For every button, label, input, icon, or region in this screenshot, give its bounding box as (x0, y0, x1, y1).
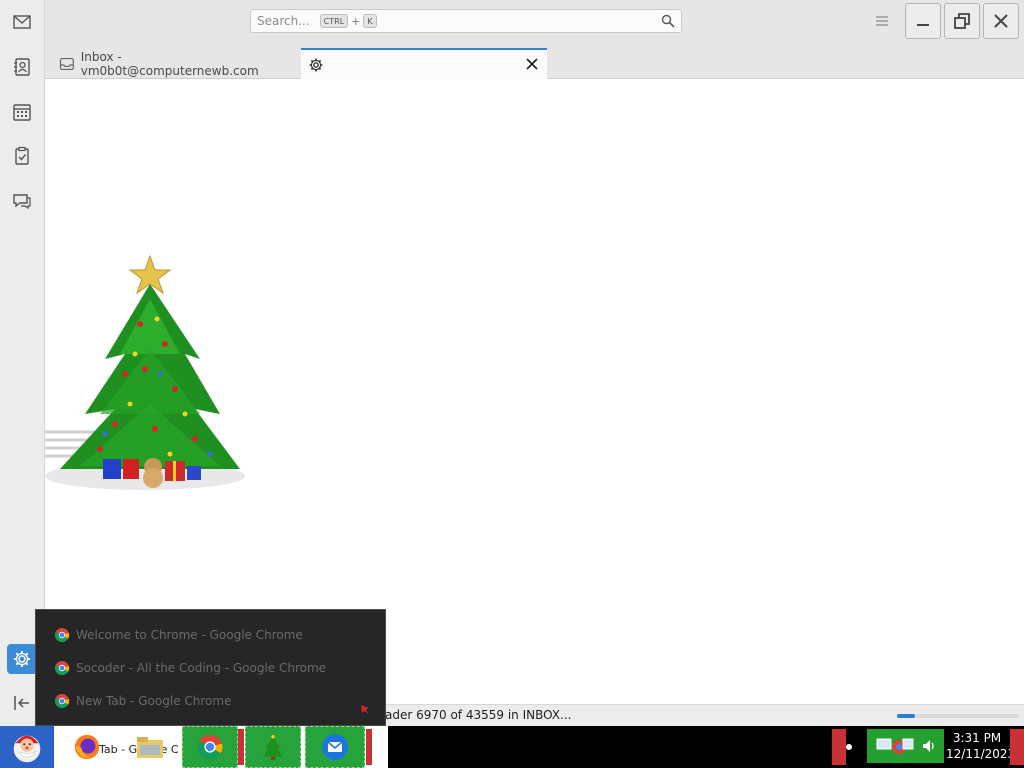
clock-date: 12/11/2023 (946, 747, 1016, 761)
jump-list-item-label: Welcome to Chrome - Google Chrome (76, 628, 303, 642)
tray-dot-icon (846, 744, 852, 750)
search-input[interactable]: Search... CTRL + K (250, 9, 682, 33)
search-icon[interactable] (661, 14, 675, 28)
restore-icon (954, 13, 970, 29)
folder-icon (137, 737, 163, 758)
tasks-space-button[interactable] (7, 141, 37, 171)
chat-space-button[interactable] (7, 186, 37, 216)
jump-list-item-label: Socoder - All the Coding - Google Chrome (76, 661, 327, 675)
chrome-icon (54, 628, 70, 643)
chrome-icon (54, 661, 70, 676)
chat-icon (13, 194, 31, 210)
close-window-button[interactable] (983, 3, 1019, 39)
gear-icon (309, 58, 323, 71)
search-placeholder: Search... (257, 14, 310, 28)
tab-bar: Inbox - vm0b0t@computernewb.com (45, 44, 1024, 79)
shortcut-k-key: K (363, 14, 377, 28)
shortcut-ctrl-key: CTRL (319, 14, 349, 28)
chrome-jump-list: Welcome to Chrome - Google Chrome Socode… (35, 609, 386, 726)
pin-icon[interactable] (358, 702, 372, 716)
tab-inbox[interactable]: Inbox - vm0b0t@computernewb.com (55, 48, 300, 79)
jump-list-item[interactable]: Welcome to Chrome - Google Chrome (54, 623, 303, 647)
christmas-tree-image (45, 254, 245, 490)
chrome-icon (54, 694, 70, 709)
shortcut-plus: + (351, 14, 361, 28)
christmas-tree-taskbar-button[interactable] (245, 726, 301, 768)
taskbar-clock[interactable]: 3:31 PM 12/11/2023 (946, 730, 1016, 762)
santa-icon (13, 735, 41, 763)
status-progress-fill (897, 714, 916, 718)
address-book-icon (14, 58, 30, 76)
collapse-toolbar-button[interactable] (7, 688, 37, 718)
thunderbird-icon (322, 734, 348, 760)
jump-list-item[interactable]: Socoder - All the Coding - Google Chrome (54, 656, 326, 680)
mail-space-button[interactable] (7, 7, 37, 37)
settings-space-button[interactable] (7, 644, 37, 674)
christmas-tree-icon (263, 734, 283, 760)
network-icon[interactable] (875, 736, 915, 756)
tab-settings[interactable] (301, 48, 547, 79)
status-progress-bar (897, 714, 1019, 718)
inbox-icon (59, 57, 74, 70)
tray-marker (832, 729, 846, 765)
clipboard-icon (15, 146, 29, 165)
close-icon (994, 14, 1008, 28)
jump-list-item[interactable]: New Tab - Google Chrome (54, 689, 231, 713)
taskbar: Tab - Google C 3:31 PM 12/11/2023 (0, 726, 1024, 768)
calendar-space-button[interactable] (7, 97, 37, 127)
title-bar: Search... CTRL + K (45, 0, 1024, 44)
minimize-icon (917, 24, 929, 26)
app-menu-icon[interactable] (874, 13, 890, 29)
gear-icon (14, 651, 30, 667)
chrome-taskbar-button[interactable] (182, 726, 238, 768)
address-book-space-button[interactable] (7, 52, 37, 82)
taskbar-separator (238, 729, 244, 765)
thunderbird-taskbar-button[interactable] (305, 726, 365, 768)
minimize-button[interactable] (905, 3, 941, 39)
status-text: ader 6970 of 43559 in INBOX... (385, 708, 572, 722)
close-tab-icon[interactable] (525, 57, 539, 71)
firefox-icon (74, 734, 100, 760)
show-desktop-button[interactable] (1010, 729, 1024, 765)
restore-button[interactable] (944, 3, 980, 39)
chrome-icon (197, 734, 223, 760)
system-tray (867, 729, 944, 763)
collapse-left-icon (14, 696, 29, 710)
taskbar-separator (366, 729, 372, 765)
volume-icon[interactable] (921, 738, 937, 754)
tab-inbox-label: Inbox - vm0b0t@computernewb.com (80, 49, 259, 78)
file-explorer-taskbar-button[interactable] (132, 726, 168, 768)
start-button[interactable] (0, 726, 54, 768)
envelope-icon (13, 15, 31, 29)
jump-list-item-label: New Tab - Google Chrome (76, 694, 232, 708)
clock-time: 3:31 PM (952, 731, 1002, 745)
calendar-icon (13, 104, 31, 121)
